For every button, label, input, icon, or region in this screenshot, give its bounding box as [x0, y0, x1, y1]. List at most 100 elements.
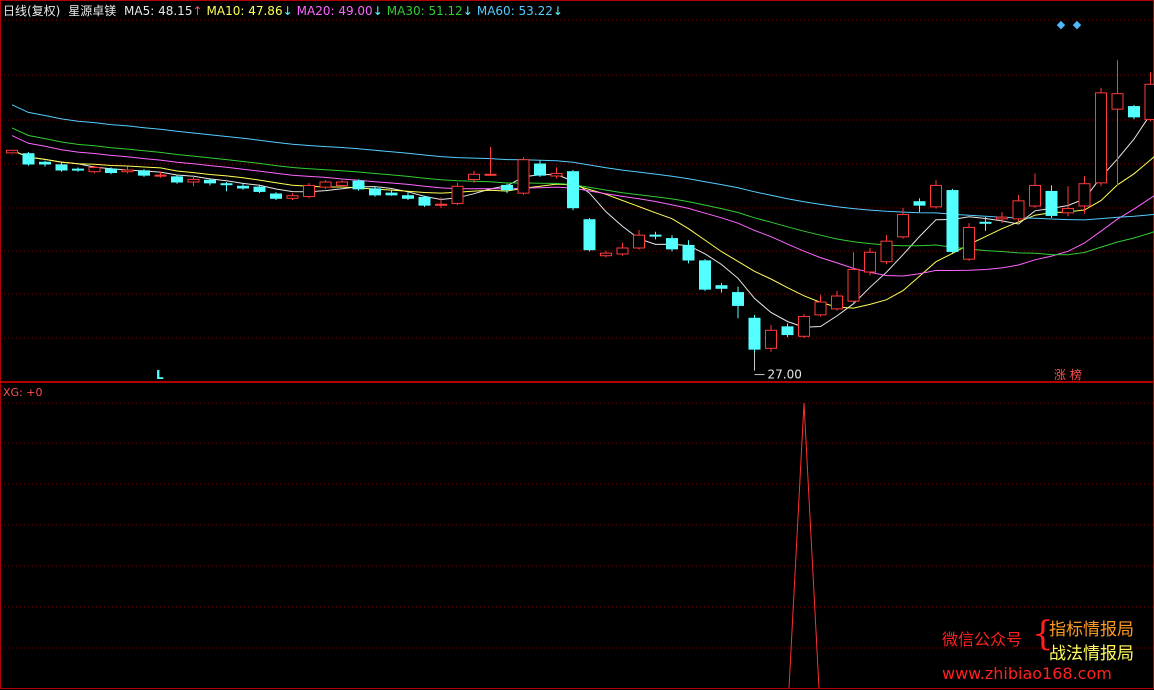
candle [682, 240, 695, 264]
candle [649, 231, 662, 240]
candle [6, 149, 18, 156]
candle-body [402, 195, 414, 199]
candle [814, 295, 827, 317]
candle-body [748, 317, 761, 350]
ma-legend-item: MA30: 51.12↓ [386, 4, 473, 18]
candle [369, 186, 381, 197]
candle-body [385, 192, 398, 196]
candle [336, 180, 348, 188]
candle [319, 180, 332, 189]
candle-body [171, 176, 183, 183]
candle-body [270, 193, 282, 199]
candle-body [105, 168, 117, 174]
candle [633, 230, 645, 250]
candle-body [435, 203, 447, 206]
candle-body [567, 171, 579, 209]
candle-body [963, 226, 975, 260]
candle [534, 160, 546, 177]
watermark-account-label: 微信公众号 [942, 630, 1023, 649]
candle [22, 152, 35, 166]
candle-body [121, 169, 134, 173]
ma-trend-arrow: ↓ [462, 4, 473, 18]
candle [781, 323, 794, 338]
candle [352, 179, 365, 191]
candle-body [22, 153, 35, 165]
candle [270, 192, 282, 200]
candle-body [1045, 190, 1058, 216]
candle-body [946, 190, 959, 252]
candle [1095, 87, 1107, 187]
candle [715, 283, 728, 293]
candle [600, 250, 612, 258]
candle-body [138, 170, 150, 176]
l-marker: L [156, 368, 164, 382]
candle [402, 192, 414, 200]
candle-body [996, 216, 1008, 220]
candle-body [55, 164, 68, 171]
candle-body [187, 178, 200, 183]
candle-body [616, 247, 629, 255]
candle-body [484, 173, 497, 176]
ma-legend: MA5: 48.15↑ MA10: 47.86↓ MA20: 49.00↓ MA30:… [124, 4, 567, 18]
candle [1144, 72, 1154, 122]
period-label[interactable]: 日线(复权) [3, 4, 60, 18]
candle-body [39, 161, 51, 165]
candle-body [649, 234, 662, 237]
candle-body [847, 268, 860, 302]
candle [418, 195, 431, 207]
ma-trend-arrow: ↓ [372, 4, 383, 18]
candle-body [1144, 83, 1154, 120]
candle-body [913, 201, 926, 206]
candle [732, 286, 744, 319]
candle-body [468, 173, 480, 180]
ma5-line [11, 108, 1154, 328]
candle-body [897, 214, 909, 238]
watermark: 微信公众号 { 指标情报局 战法情报局 www.zhibiao168.com [942, 614, 1152, 690]
candle [1012, 194, 1025, 222]
candle-body [979, 221, 992, 224]
candle-body [831, 295, 843, 310]
candle-body [1078, 183, 1091, 207]
candle-body [880, 240, 893, 263]
candle [847, 252, 860, 303]
candle-body [583, 219, 596, 251]
candle-body [666, 238, 678, 250]
candle [1128, 104, 1140, 120]
candle [121, 166, 134, 174]
candle-body [765, 329, 777, 349]
moving-average-lines [11, 104, 1154, 328]
candle-body [699, 260, 711, 290]
candle-body [732, 292, 744, 306]
candle-body [682, 244, 695, 261]
candle-body [418, 196, 431, 206]
candle-body [1095, 92, 1107, 184]
candle [930, 180, 942, 209]
candle-body [633, 234, 645, 249]
kline-chart[interactable]: 27.00 L 涨 榜 ◆ ◆ [0, 0, 1154, 690]
diamond-marker: ◆ [1073, 18, 1082, 31]
xg-signal-spike [788, 402, 820, 689]
candle-body [303, 184, 315, 198]
candle-body [336, 181, 348, 186]
candle [72, 167, 84, 172]
candle-body [534, 163, 546, 176]
ma-trend-arrow: ↑ [192, 4, 203, 18]
diamond-marker: ◆ [1057, 18, 1066, 31]
candle-body [798, 316, 810, 337]
candle-body [1029, 184, 1041, 207]
ma-trend-arrow: ↓ [552, 4, 563, 18]
candle-body [1012, 200, 1025, 220]
ma20-line [11, 135, 1154, 277]
candle [501, 183, 513, 194]
ma-legend-item: MA60: 53.22↓ [476, 4, 563, 18]
candle [666, 235, 678, 252]
grid-lines [0, 0, 1154, 689]
candle [1029, 173, 1041, 208]
candle [220, 182, 233, 192]
candle [583, 218, 596, 252]
candle-body [600, 252, 612, 257]
ma-legend-item: MA20: 49.00↓ [296, 4, 383, 18]
candle [303, 182, 315, 199]
candle-body [1128, 106, 1140, 118]
candle [517, 157, 530, 195]
